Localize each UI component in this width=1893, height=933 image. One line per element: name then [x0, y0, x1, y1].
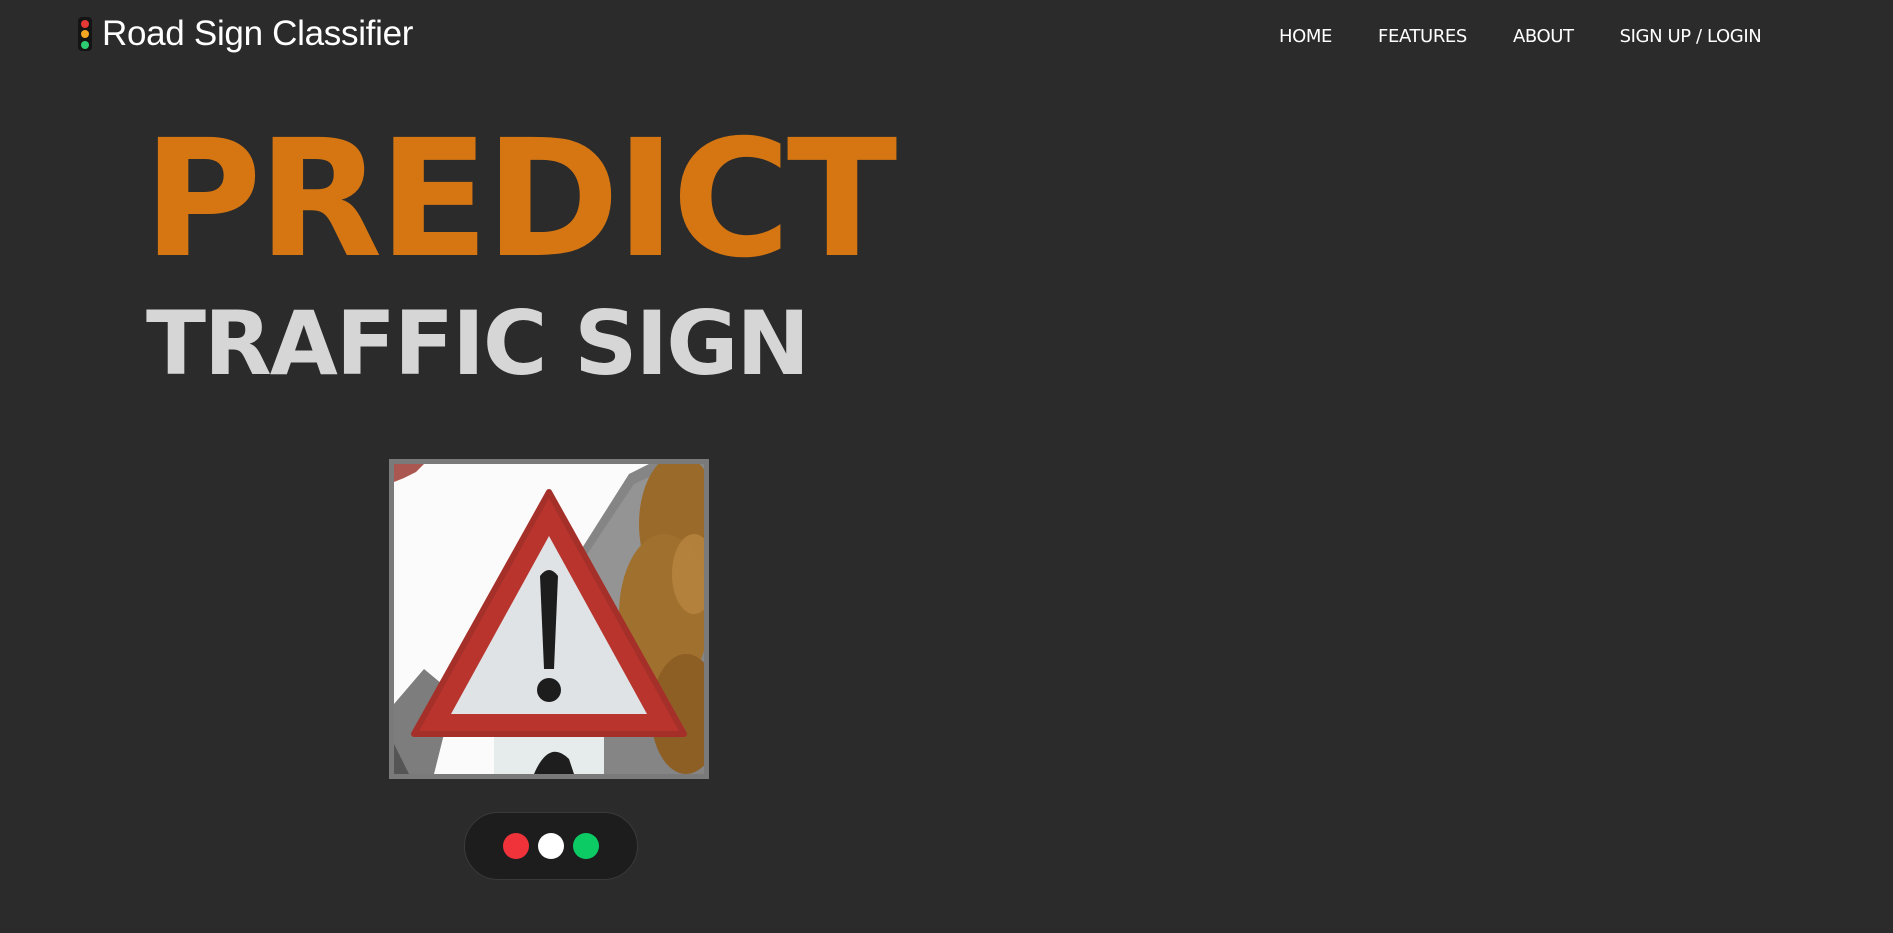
traffic-light-red-lamp	[81, 19, 89, 28]
nav-features[interactable]: FEATURES	[1378, 24, 1467, 50]
nav-about[interactable]: ABOUT	[1513, 24, 1574, 50]
warning-sign-image	[394, 464, 704, 774]
traffic-light-icon	[78, 17, 92, 51]
traffic-light-amber-lamp	[81, 30, 89, 38]
brand-logo-link[interactable]: Road Sign Classifier	[78, 12, 413, 56]
status-dots-pill	[464, 812, 638, 880]
nav-home[interactable]: HOME	[1279, 24, 1332, 50]
hero-title-traffic-sign: TRAFFIC SIGN	[146, 292, 810, 395]
main-nav: HOME FEATURES ABOUT SIGN UP / LOGIN	[1279, 24, 1762, 50]
red-dot-button[interactable]	[503, 833, 529, 859]
brand-name: Road Sign Classifier	[102, 14, 414, 53]
white-dot-button[interactable]	[538, 833, 564, 859]
nav-signup-login[interactable]: SIGN UP / LOGIN	[1620, 24, 1762, 50]
traffic-light-green-lamp	[81, 40, 89, 49]
hero-title-predict: PREDICT	[143, 106, 897, 294]
green-dot-button[interactable]	[573, 833, 599, 859]
sign-image-frame	[389, 459, 709, 779]
